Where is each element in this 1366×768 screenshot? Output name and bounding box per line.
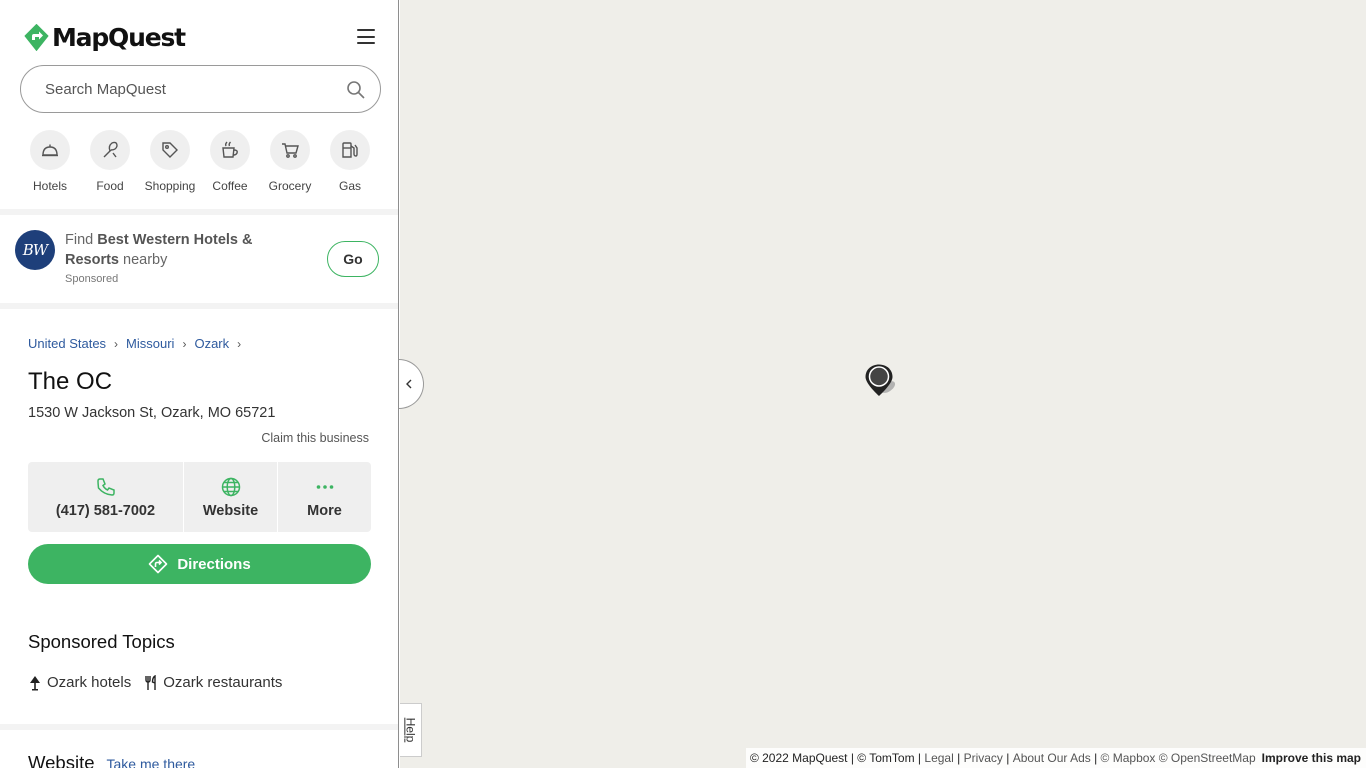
chevron-right-icon: ›	[237, 336, 242, 351]
breadcrumb-state[interactable]: Missouri	[126, 336, 174, 351]
mapquest-logo[interactable]: MapQuest	[24, 23, 186, 52]
legal-link[interactable]: Legal	[924, 751, 953, 768]
ad-suffix: nearby	[123, 252, 168, 268]
topic-hotels[interactable]: Ozark hotels	[28, 674, 131, 691]
breadcrumb: United States › Missouri › Ozark ›	[28, 336, 249, 351]
map-attribution: © 2022 MapQuest | © TomTom | Legal | Pri…	[745, 748, 1366, 768]
take-me-there-link[interactable]: Take me there	[107, 756, 196, 768]
sponsored-topics-title: Sponsored Topics	[28, 631, 175, 652]
phone-number: (417) 581-7002	[55, 502, 156, 519]
category-label: Grocery	[268, 179, 312, 193]
call-button[interactable]: (417) 581-7002	[28, 462, 183, 532]
improve-map-link[interactable]: Improve this map	[1262, 751, 1361, 768]
chevron-right-icon: ›	[182, 336, 187, 351]
sidebar: MapQuest Hotels	[0, 0, 399, 768]
category-coffee[interactable]: Coffee	[200, 130, 260, 193]
help-button[interactable]: Help	[400, 703, 422, 757]
category-hotels[interactable]: Hotels	[20, 130, 80, 193]
category-food[interactable]: Food	[80, 130, 140, 193]
ad-go-button[interactable]: Go	[327, 241, 379, 277]
category-label: Gas	[338, 179, 361, 193]
category-icon-circle	[30, 130, 70, 170]
best-western-logo: BW	[15, 230, 55, 270]
website-button[interactable]: Website	[184, 462, 277, 532]
mapquest-logo-icon	[24, 24, 49, 51]
category-grocery[interactable]: Grocery	[260, 130, 320, 193]
category-icon-circle	[210, 130, 250, 170]
coffee-cup-icon	[222, 141, 238, 158]
globe-icon	[221, 477, 240, 496]
action-bar: (417) 581-7002 Website More	[28, 462, 371, 532]
section-divider	[0, 724, 398, 730]
search-icon[interactable]	[346, 80, 366, 100]
place-address: 1530 W Jackson St, Ozark, MO 65721	[28, 405, 276, 421]
claim-business-link[interactable]: Claim this business	[261, 431, 369, 445]
place-title: The OC	[28, 368, 113, 395]
location-pin-icon[interactable]	[864, 363, 906, 399]
hamburger-line	[357, 29, 375, 31]
chevron-right-icon: ›	[114, 336, 119, 351]
directions-button[interactable]: Directions	[28, 544, 371, 584]
category-icon-circle	[150, 130, 190, 170]
category-gas[interactable]: Gas	[320, 130, 380, 193]
more-button[interactable]: More	[278, 462, 371, 532]
category-icon-circle	[270, 130, 310, 170]
category-icon-circle	[90, 130, 130, 170]
ad-text[interactable]: Find Best Western Hotels & Resorts nearb…	[65, 230, 305, 270]
directions-icon	[149, 554, 168, 574]
category-icon-circle	[330, 130, 370, 170]
search-input[interactable]	[45, 80, 325, 98]
category-label: Food	[96, 179, 124, 193]
help-label: Help	[403, 717, 418, 743]
breadcrumb-city[interactable]: Ozark	[194, 336, 229, 351]
topic-restaurants[interactable]: Ozark restaurants	[144, 674, 282, 691]
hamburger-line	[357, 35, 375, 38]
map-sources[interactable]: © Mapbox © OpenStreetMap	[1101, 751, 1256, 768]
shopping-tag-icon	[162, 142, 178, 158]
hotel-lamp-icon	[30, 675, 40, 690]
sponsored-label: Sponsored	[65, 273, 119, 285]
category-label: Hotels	[32, 179, 67, 193]
topic-label: Ozark hotels	[47, 674, 132, 691]
more-dots-icon	[316, 484, 333, 489]
topic-label: Ozark restaurants	[163, 674, 283, 691]
privacy-link[interactable]: Privacy	[964, 751, 1003, 768]
grocery-cart-icon	[282, 143, 299, 158]
section-divider	[0, 303, 398, 309]
brand-name: MapQuest	[52, 23, 186, 52]
category-label: Shopping	[144, 179, 196, 193]
phone-icon	[96, 477, 115, 496]
fork-knife-icon	[145, 674, 156, 690]
header: MapQuest	[0, 0, 398, 62]
chevron-left-icon	[405, 379, 411, 389]
category-bar: Hotels Food Shopping Coffee Grocery Gas	[20, 130, 380, 193]
ad-prefix: Find	[65, 232, 94, 248]
website-section: Website Take me there	[28, 752, 195, 768]
more-label: More	[307, 502, 342, 519]
hotel-bell-icon	[42, 144, 58, 157]
website-label: Website	[202, 502, 259, 519]
section-divider	[0, 209, 398, 215]
gas-pump-icon	[342, 142, 358, 158]
category-label: Coffee	[212, 179, 248, 193]
sponsored-topics: Ozark hotels Ozark restaurants	[28, 674, 295, 691]
search-bar	[20, 65, 381, 113]
hamburger-line	[357, 42, 375, 44]
directions-label: Directions	[177, 555, 251, 573]
attribution-copyright: © 2022 MapQuest | © TomTom |	[749, 751, 922, 765]
about-ads-link[interactable]: About Our Ads	[1013, 751, 1091, 768]
menu-button[interactable]	[357, 29, 375, 45]
food-utensils-icon	[103, 141, 118, 158]
breadcrumb-country[interactable]: United States	[28, 336, 106, 351]
website-heading: Website	[28, 752, 95, 768]
category-shopping[interactable]: Shopping	[140, 130, 200, 193]
